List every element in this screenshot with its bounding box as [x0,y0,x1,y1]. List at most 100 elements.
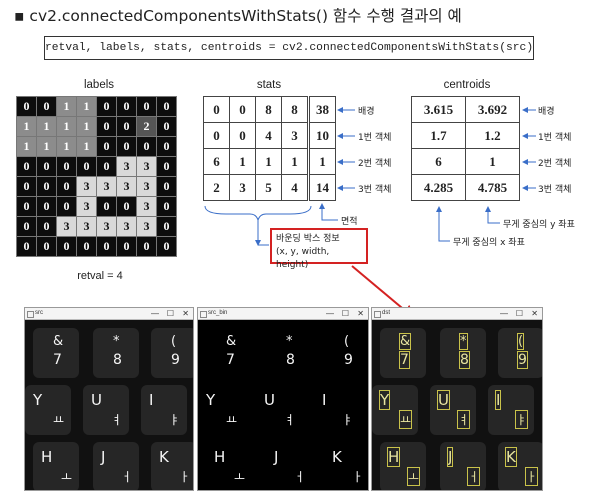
window-icon [200,311,207,318]
key-sub-label: ㅑ [342,413,354,427]
key-main-label: & [398,333,412,350]
key-main-label: & [226,334,237,349]
bbox-info-title: 바운딩 박스 정보 [276,234,340,244]
bbox-brace [204,205,312,222]
close-button[interactable]: ✕ [357,308,364,319]
key-main-label: H [214,448,226,466]
key-main-label: I [494,390,502,410]
key-main-label: J [101,448,106,466]
key-sub-label: 9 [344,352,353,368]
key-main-label: Y [33,391,43,409]
key-sub-label: 8 [286,352,295,368]
close-button[interactable]: ✕ [531,308,538,319]
key-main-label: ( [344,334,350,349]
key-main-label: ( [171,334,177,349]
result-image: & 7 * 8 (9 Y ㅛ U ㅕ I ㅑ H ㅗ J ㅓ K ㅏ [372,320,542,490]
key-sub-label: 7 [399,351,410,369]
key-main-label: Y [206,391,216,409]
window-titlebar: src_bin — ☐ ✕ [198,308,368,320]
keyboard-key [141,385,187,435]
binary-image: & 7 * 8 (9 Y ㅛ U ㅕ I ㅑ H ㅗ J ㅓ K ㅏ [198,320,368,490]
centroid-y-label: 무게 중심의 y 좌표 [503,220,575,230]
key-main-label: * [113,334,120,349]
window-src-bin: src_bin — ☐ ✕ & 7 * 8 (9 Y ㅛ U ㅕ I ㅑ H ㅗ J ㅓ K ㅏ [197,307,369,491]
centroid-label-obj3: 3번 객체 [538,185,572,195]
key-sub-label: ㅑ [169,413,181,427]
key-sub-label: ㅛ [53,413,65,427]
keyboard-key [25,385,71,435]
key-sub-label: ㅕ [284,413,296,427]
keyboard-key [314,385,360,435]
key-main-label: K [505,447,517,467]
keyboard-key [93,442,139,490]
window-icon [27,311,34,318]
minimize-button[interactable]: — [500,308,508,319]
key-sub-label: 7 [53,352,62,368]
keyboard-key [372,385,418,435]
key-sub-label: 9 [517,351,528,369]
key-sub-label: ㅗ [61,470,73,484]
stats-label-obj1: 1번 객체 [358,133,392,143]
key-main-label: Y [378,390,391,410]
key-main-label: U [264,391,275,409]
stats-label-background: 배경 [358,107,375,117]
key-main-label: I [322,391,327,409]
key-main-label: U [91,391,102,409]
keyboard-key [380,442,426,490]
centroid-label-obj2: 2번 객체 [538,159,572,169]
key-main-label: & [53,334,64,349]
stats-label-obj3: 3번 객체 [358,185,392,195]
bbox-info-fields: (x, y, width, height) [276,247,330,270]
window-titlebar: dst — ☐ ✕ [372,308,542,320]
key-sub-label: ㅓ [294,470,306,484]
keyboard-key [440,442,486,490]
key-sub-label: 8 [113,352,122,368]
key-sub-label: ㅓ [121,470,133,484]
centroid-label-obj1: 1번 객체 [538,133,572,143]
key-main-label: H [386,447,401,467]
key-main-label: * [286,334,293,349]
key-sub-label: 9 [171,352,180,368]
keyboard-key [430,385,476,435]
key-main-label: I [149,391,154,409]
centroid-label-background: 배경 [538,107,555,117]
close-button[interactable]: ✕ [182,308,189,319]
bbox-info-box: 바운딩 박스 정보 (x, y, width, height) [270,228,368,270]
window-dst: dst — ☐ ✕ & 7 * 8 (9 Y ㅛ U ㅕ I ㅑ H ㅗ J ㅓ K ㅏ [371,307,543,491]
window-icon [374,311,381,318]
key-main-label: K [332,448,342,466]
window-title: src_bin [208,310,228,316]
key-sub-label: ㅛ [398,410,413,429]
maximize-button[interactable]: ☐ [516,308,523,319]
key-sub-label: ㅑ [514,410,529,429]
key-main-label: U [437,390,450,410]
keyboard-key [488,385,534,435]
key-main-label: H [41,448,53,466]
key-sub-label: ㅏ [179,470,191,484]
keyboard-key [206,442,252,490]
window-title: src [35,310,43,316]
keyboard-key [256,385,302,435]
keyboard-key [198,385,244,435]
keyboard-key [83,385,129,435]
key-sub-label: ㅕ [111,413,123,427]
minimize-button[interactable]: — [326,308,334,319]
key-sub-label: ㅏ [524,467,539,486]
key-main-label: J [274,448,279,466]
key-sub-label: 8 [459,351,470,369]
key-main-label: ( [516,333,525,350]
area-label: 면적 [341,217,358,227]
centroid-x-label: 무게 중심의 x 좌표 [453,238,525,248]
key-sub-label: 7 [226,352,235,368]
window-src: src — ☐ ✕ & 7 * 8 (9 Y ㅛ U ㅕ I ㅑ H ㅗ J ㅓ K ㅏ [24,307,194,491]
key-main-label: K [159,448,169,466]
maximize-button[interactable]: ☐ [342,308,349,319]
key-sub-label: ㅏ [352,470,364,484]
maximize-button[interactable]: ☐ [167,308,174,319]
keyboard-key [266,442,312,490]
window-titlebar: src — ☐ ✕ [25,308,193,320]
stats-label-obj2: 2번 객체 [358,159,392,169]
minimize-button[interactable]: — [151,308,159,319]
keyboard-image: & 7 * 8 (9 Y ㅛ U ㅕ I ㅑ H ㅗ J ㅓ K ㅏ [25,320,193,490]
key-sub-label: ㅛ [226,413,238,427]
